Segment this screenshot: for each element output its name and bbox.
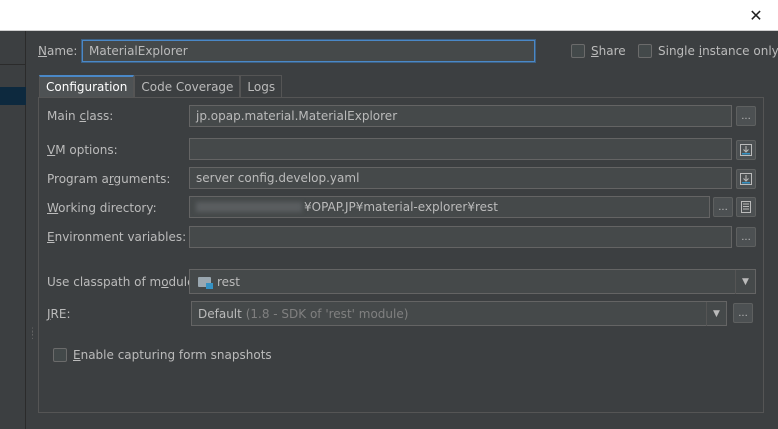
vm-options-input[interactable] <box>189 138 732 160</box>
close-icon[interactable]: ✕ <box>734 0 778 31</box>
enable-snapshots-label[interactable]: Enable capturing form snapshots <box>73 348 272 362</box>
jre-value: Default <box>198 306 242 321</box>
expand-field-icon <box>740 144 752 156</box>
tab-logs[interactable]: Logs <box>240 75 283 97</box>
classpath-dropdown-icon[interactable]: ▼ <box>735 270 755 294</box>
module-folder-icon <box>198 276 213 289</box>
name-label: Name: <box>38 44 78 58</box>
program-arguments-expand-button[interactable] <box>736 169 756 189</box>
jre-dropdown-icon[interactable]: ▼ <box>706 302 726 326</box>
main-class-browse-button[interactable]: ... <box>736 106 756 126</box>
jre-detail: (1.8 - SDK of 'rest' module) <box>245 306 409 321</box>
enable-snapshots-checkbox[interactable] <box>53 348 67 362</box>
expand-field-icon <box>740 173 752 185</box>
working-directory-browse-button[interactable]: ... <box>713 197 733 217</box>
working-directory-value: ¥OPAP.JP¥material-explorer¥rest <box>304 200 498 214</box>
tab-configuration[interactable]: Configuration <box>39 75 135 97</box>
program-arguments-input[interactable]: server config.develop.yaml <box>189 167 732 189</box>
splitter-grip-icon[interactable]: ⋮ ⋮ <box>28 328 37 341</box>
jre-select[interactable]: Default (1.8 - SDK of 'rest' module) <box>191 301 727 326</box>
environment-variables-label: Environment variables: <box>47 230 187 244</box>
macros-document-icon <box>741 201 751 213</box>
working-directory-macros-button[interactable] <box>736 197 756 217</box>
working-directory-label: Working directory: <box>47 201 157 215</box>
jre-browse-button[interactable]: ... <box>733 303 753 323</box>
classpath-module-value: rest <box>217 274 241 289</box>
working-directory-input[interactable]: ¥OPAP.JP¥material-explorer¥rest <box>189 196 710 218</box>
vm-options-expand-button[interactable] <box>736 140 756 160</box>
redacted-path-prefix <box>196 202 302 212</box>
jre-label: JRE: <box>47 307 71 321</box>
classpath-module-label: Use classpath of module: <box>47 275 199 289</box>
vm-options-label: VM options: <box>47 143 118 157</box>
environment-variables-input[interactable] <box>189 226 732 248</box>
main-class-input[interactable]: jp.opap.material.MaterialExplorer <box>189 105 732 127</box>
config-tabs: Configuration Code Coverage Logs <box>39 75 283 97</box>
tree-selected-item[interactable] <box>0 87 26 105</box>
configurations-tree-pane[interactable] <box>0 31 26 429</box>
share-checkbox[interactable] <box>571 44 585 58</box>
title-bar: ✕ <box>0 0 778 31</box>
tab-code-coverage[interactable]: Code Coverage <box>134 75 241 97</box>
name-input[interactable]: MaterialExplorer <box>82 40 535 62</box>
tree-divider <box>0 64 26 65</box>
environment-variables-browse-button[interactable]: ... <box>736 227 756 247</box>
program-arguments-label: Program arguments: <box>47 172 171 186</box>
classpath-module-select[interactable]: rest <box>189 269 756 294</box>
single-instance-checkbox[interactable] <box>638 44 652 58</box>
main-class-label: Main class: <box>47 109 114 123</box>
single-instance-label[interactable]: Single instance only <box>658 44 778 58</box>
share-label[interactable]: Share <box>591 44 626 58</box>
